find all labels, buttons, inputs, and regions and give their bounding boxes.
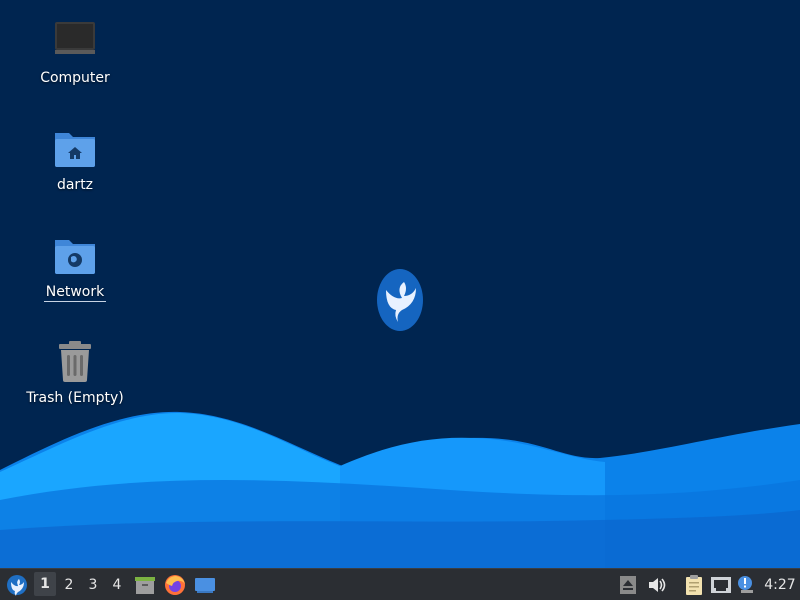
- taskbar: 1 2 3 4 4:27: [0, 568, 800, 600]
- desktop[interactable]: Computer dartz Network Trash (Empty): [0, 0, 800, 568]
- notification-icon: [738, 575, 753, 593]
- trash-icon: [59, 341, 91, 382]
- clock[interactable]: 4:27: [762, 569, 798, 600]
- volume-button[interactable]: [645, 569, 669, 600]
- workspace-1[interactable]: 1: [34, 572, 56, 596]
- desktop-icon-home-folder[interactable]: dartz: [20, 125, 130, 194]
- network-folder-icon: [55, 240, 95, 274]
- computer-icon: [55, 22, 95, 54]
- desktop-icon-network-folder[interactable]: Network: [20, 232, 130, 302]
- desktop-icon-label: Computer: [40, 70, 110, 86]
- network-button[interactable]: [708, 569, 734, 600]
- workspace-2[interactable]: 2: [58, 569, 80, 600]
- file-manager-launcher[interactable]: [132, 569, 158, 600]
- eject-button[interactable]: [616, 569, 640, 600]
- home-folder-icon: [55, 133, 95, 167]
- whisker-menu-button[interactable]: [4, 569, 30, 600]
- clipboard-icon: [686, 574, 702, 595]
- whisker-menu-bird-icon: [7, 574, 27, 596]
- workspace-4[interactable]: 4: [106, 569, 128, 600]
- show-desktop-icon: [195, 577, 215, 593]
- desktop-icon-computer[interactable]: Computer: [20, 18, 130, 87]
- file-manager-icon: [135, 576, 155, 594]
- desktop-icon-label: dartz: [56, 177, 94, 193]
- volume-icon: [649, 577, 666, 592]
- distro-logo-icon: [377, 269, 423, 331]
- network-wired-icon: [711, 576, 731, 593]
- desktop-icon-label: Network: [43, 284, 107, 302]
- firefox-launcher[interactable]: [162, 569, 188, 600]
- eject-icon: [620, 575, 636, 594]
- clipboard-button[interactable]: [682, 569, 706, 600]
- workspace-3[interactable]: 3: [82, 569, 104, 600]
- desktop-icon-trash[interactable]: Trash (Empty): [20, 338, 130, 407]
- show-desktop-button[interactable]: [192, 569, 218, 600]
- desktop-icon-label: Trash (Empty): [26, 390, 124, 406]
- firefox-icon: [165, 574, 185, 595]
- notification-button[interactable]: [735, 569, 757, 600]
